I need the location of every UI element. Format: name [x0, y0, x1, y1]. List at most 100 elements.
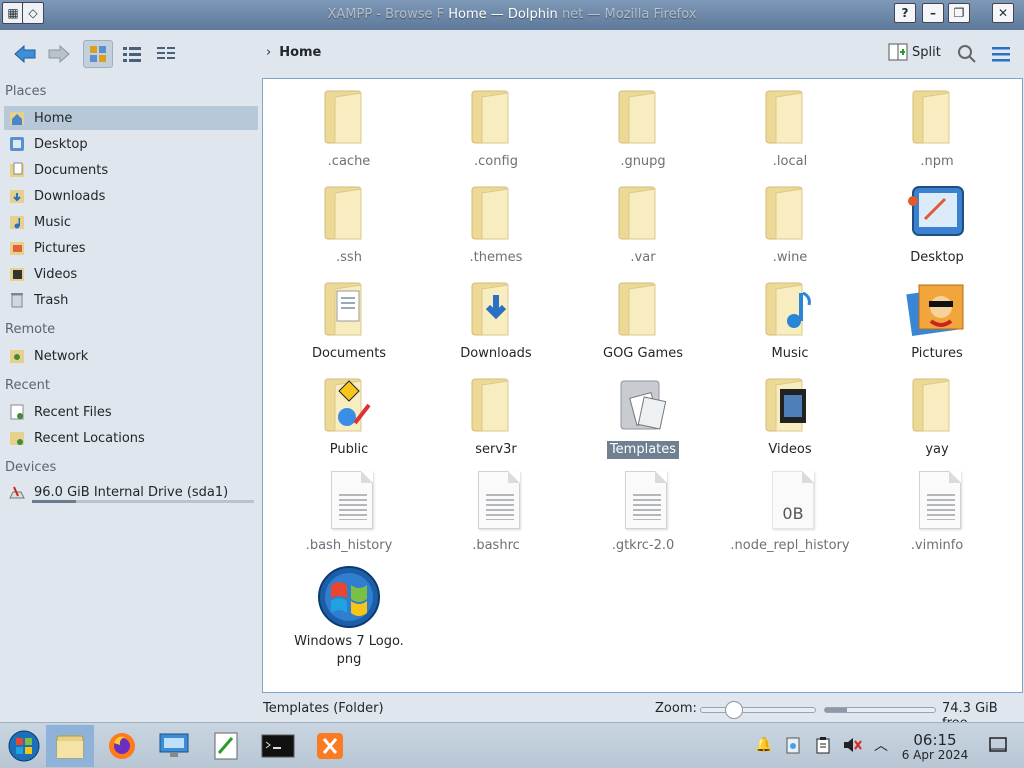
breadcrumb[interactable]: › Home	[266, 45, 321, 60]
split-label: Split	[912, 44, 941, 60]
file-item-local[interactable]: .local	[720, 85, 860, 171]
close-icon[interactable]: ✕	[992, 3, 1014, 23]
compact-view-button[interactable]	[151, 40, 181, 68]
network-folder-icon	[8, 347, 26, 365]
file-item-gnupg[interactable]: .gnupg	[573, 85, 713, 171]
folder-icon	[905, 373, 969, 437]
restore-icon[interactable]: ❐	[948, 3, 970, 23]
file-item-config[interactable]: .config	[426, 85, 566, 171]
back-button[interactable]	[10, 40, 40, 68]
text-file-icon	[464, 469, 528, 533]
file-name-label: Videos	[768, 442, 812, 457]
taskbar-system-settings[interactable]	[150, 725, 198, 767]
folder-icon	[611, 181, 675, 245]
folder-icon	[317, 277, 381, 341]
folder-icon	[611, 277, 675, 341]
clock[interactable]: 06:15 6 Apr 2024	[900, 732, 970, 762]
chevron-up-icon[interactable]: ︿	[871, 735, 891, 755]
notifications-icon[interactable]: 🔔	[754, 735, 774, 755]
home-folder-icon	[8, 109, 26, 127]
desktop-icon	[905, 181, 969, 245]
file-item-pictures[interactable]: Pictures	[867, 277, 1007, 363]
hamburger-menu-button[interactable]	[986, 40, 1016, 68]
chevron-right-icon: ›	[266, 45, 272, 60]
folder-icon	[611, 373, 675, 437]
file-item-serv3r[interactable]: serv3r	[426, 373, 566, 459]
file-item-cache[interactable]: .cache	[279, 85, 419, 171]
file-item-npm[interactable]: .npm	[867, 85, 1007, 171]
file-item-bash-history[interactable]: .bash_history	[279, 469, 419, 555]
sidebar-item-downloads[interactable]: Downloads	[4, 184, 258, 208]
file-item-desktop[interactable]: Desktop	[867, 181, 1007, 267]
file-name-label: Desktop	[910, 250, 964, 265]
file-item-viminfo[interactable]: .viminfo	[867, 469, 1007, 555]
sidebar-item-recent-locations[interactable]: Recent Locations	[4, 426, 258, 450]
file-item-yay[interactable]: yay	[867, 373, 1007, 459]
file-view[interactable]: .cache .config .gnupg .local .npm .ssh .themes…	[262, 78, 1023, 693]
search-button[interactable]	[952, 40, 982, 68]
file-name-label: .node_repl_history	[730, 538, 850, 553]
zoom-slider-handle[interactable]	[724, 701, 743, 719]
taskbar-xampp[interactable]	[306, 725, 354, 767]
start-menu-button[interactable]	[0, 725, 48, 767]
sidebar-item-home[interactable]: Home	[4, 106, 258, 130]
file-item-themes[interactable]: .themes	[426, 181, 566, 267]
sidebar-item-music[interactable]: Music	[4, 210, 258, 234]
sidebar-item-pictures[interactable]: Pictures	[4, 236, 258, 260]
sidebar-item-label: Recent Locations	[34, 430, 145, 446]
drive-usage-fill	[32, 500, 77, 503]
text-file-icon: 0B	[758, 469, 822, 533]
file-item-gtkrc-2-0[interactable]: .gtkrc-2.0	[573, 469, 713, 555]
taskbar-dolphin[interactable]	[46, 725, 94, 767]
file-item-bashrc[interactable]: .bashrc	[426, 469, 566, 555]
sidebar-item-trash[interactable]: Trash	[4, 288, 258, 312]
clock-time: 06:15	[913, 731, 957, 749]
sidebar-item-network[interactable]: Network	[4, 344, 258, 368]
file-item-wine[interactable]: .wine	[720, 181, 860, 267]
taskbar-terminal[interactable]	[254, 725, 302, 767]
breadcrumb-home[interactable]: Home	[279, 45, 321, 60]
sidebar-item-documents[interactable]: Documents	[4, 158, 258, 182]
file-item-music[interactable]: Music	[720, 277, 860, 363]
music-folder-icon	[8, 213, 26, 231]
file-item-templates[interactable]: Templates	[573, 373, 713, 459]
sidebar-item-recent-files[interactable]: Recent Files	[4, 400, 258, 424]
file-item-public[interactable]: Public	[279, 373, 419, 459]
folder-icon	[56, 735, 84, 759]
file-item-windows-7-logo-png[interactable]: Windows 7 Logo. png	[279, 565, 419, 669]
file-item-documents[interactable]: Documents	[279, 277, 419, 363]
window-titlebar: ▦ ◇ XAMPP - Browse F Home — Dolphin net …	[0, 0, 1024, 30]
split-button[interactable]: Split	[888, 43, 941, 61]
folder-icon	[611, 85, 675, 149]
sidebar-item-label: Music	[34, 214, 71, 230]
file-name-label: .npm	[920, 154, 954, 169]
minimize-icon[interactable]: –	[922, 3, 944, 23]
zoom-slider[interactable]	[700, 701, 816, 719]
settings-monitor-icon	[159, 733, 189, 757]
file-item-gog-games[interactable]: GOG Games	[573, 277, 713, 363]
file-name-label: Templates	[606, 441, 680, 459]
clipboard-icon[interactable]	[813, 735, 833, 755]
sidebar-item-desktop[interactable]: Desktop	[4, 132, 258, 156]
help-icon[interactable]: ?	[894, 3, 916, 23]
file-item-downloads[interactable]: Downloads	[426, 277, 566, 363]
file-item-videos[interactable]: Videos	[720, 373, 860, 459]
details-view-button[interactable]	[117, 40, 147, 68]
file-item-ssh[interactable]: .ssh	[279, 181, 419, 267]
folder-icon	[758, 277, 822, 341]
folder-icon	[464, 181, 528, 245]
icons-view-button[interactable]	[83, 40, 113, 68]
volume-muted-icon[interactable]	[842, 735, 862, 755]
arrow-left-icon	[14, 44, 36, 64]
hamburger-icon	[992, 47, 1010, 62]
forward-button[interactable]	[44, 40, 74, 68]
file-item-var[interactable]: .var	[573, 181, 713, 267]
file-name-label: .ssh	[336, 250, 362, 265]
taskbar-text-editor[interactable]	[202, 725, 250, 767]
sidebar-item-videos[interactable]: Videos	[4, 262, 258, 286]
show-desktop-icon[interactable]	[988, 735, 1008, 755]
taskbar-firefox[interactable]	[98, 725, 146, 767]
folder-icon	[317, 373, 381, 437]
file-item-node-repl-history[interactable]: 0B .node_repl_history	[720, 469, 860, 555]
clipboard-cloud-icon[interactable]	[783, 735, 803, 755]
